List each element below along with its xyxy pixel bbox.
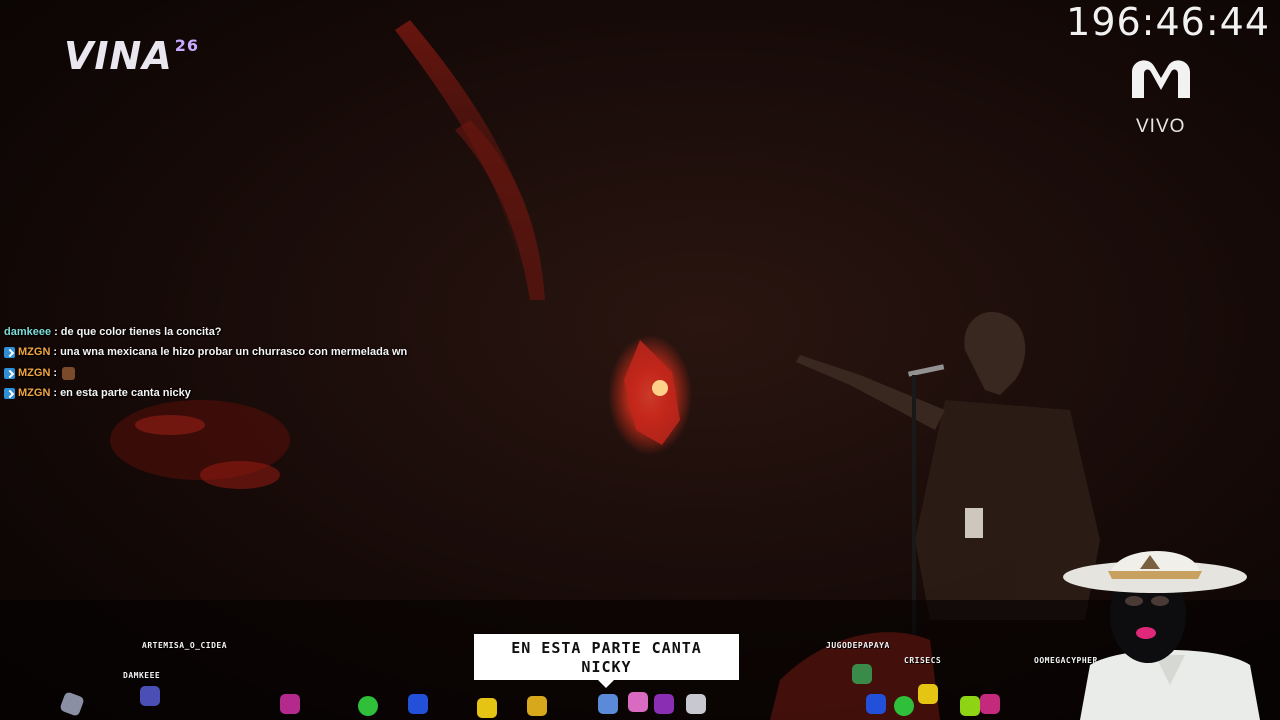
star-sprite-icon (477, 698, 497, 718)
chat-text: una wna mexicana le hizo probar un churr… (60, 346, 408, 359)
caption-line-1: EN ESTA PARTE CANTA (511, 639, 702, 657)
ball-sprite-icon (358, 696, 378, 716)
chat-username: MZGN (18, 346, 51, 359)
chat-message: damkeee: de que color tienes la concita? (4, 322, 464, 343)
leaf-sprite-icon (960, 696, 980, 716)
bear-emote-icon (62, 366, 76, 380)
chat-separator: : (53, 346, 58, 359)
broadcast-clock: 196:46:44 (1066, 0, 1270, 44)
coin-sprite-icon (527, 696, 547, 716)
speech-caption-bubble: EN ESTA PARTE CANTA NICKY (474, 634, 739, 688)
creature-sprite-icon (140, 686, 160, 706)
chat-message: MZGN: (4, 363, 464, 384)
bird-sprite-icon (598, 694, 618, 714)
chat-username: MZGN (18, 366, 51, 379)
streamer-webcam (1063, 551, 1260, 720)
chat-separator: : (53, 387, 58, 400)
event-logo: VINA 26 (64, 34, 199, 78)
chat-message: MZGN: en esta parte canta nicky (4, 384, 464, 405)
chat-username: MZGN (18, 387, 51, 400)
flower-sprite-icon (654, 694, 674, 714)
network-logo-icon (1132, 60, 1190, 98)
avatar-name-tag: CRISECS (904, 656, 942, 665)
chat-text: en esta parte canta nicky (60, 387, 191, 400)
avatar-name-tag: DAMKEEE (123, 671, 161, 680)
chat-username: damkeee (4, 325, 52, 338)
flower-sprite-icon (628, 692, 648, 712)
gem-sprite-icon (866, 694, 886, 714)
chat-text: de que color tienes la concita? (60, 325, 222, 338)
creature-sprite-icon (852, 664, 872, 684)
ball-sprite-icon (894, 696, 914, 716)
prime-badge-icon (4, 388, 15, 400)
card-sprite-icon (686, 694, 706, 714)
caption-line-2: NICKY (581, 658, 632, 676)
flower-sprite-icon (280, 694, 300, 714)
event-logo-text: VINA (64, 34, 173, 78)
live-status-label: VIVO (1136, 116, 1186, 137)
chat-overlay: damkeee: de que color tienes la concita? … (4, 322, 464, 404)
avatar-name-tag: ARTEMISA_O_CIDEA (142, 641, 228, 650)
prime-badge-icon (4, 347, 15, 359)
chat-message: MZGN: una wna mexicana le hizo probar un … (4, 343, 464, 364)
event-logo-year: 26 (174, 36, 200, 55)
flower-sprite-icon (980, 694, 1000, 714)
crown-sprite-icon (918, 684, 938, 704)
prime-badge-icon (4, 367, 15, 379)
chat-separator: : (53, 366, 58, 379)
chat-separator: : (54, 325, 58, 338)
gem-sprite-icon (408, 694, 428, 714)
avatar-name-tag: JUGODEPAPAYA (826, 641, 890, 650)
